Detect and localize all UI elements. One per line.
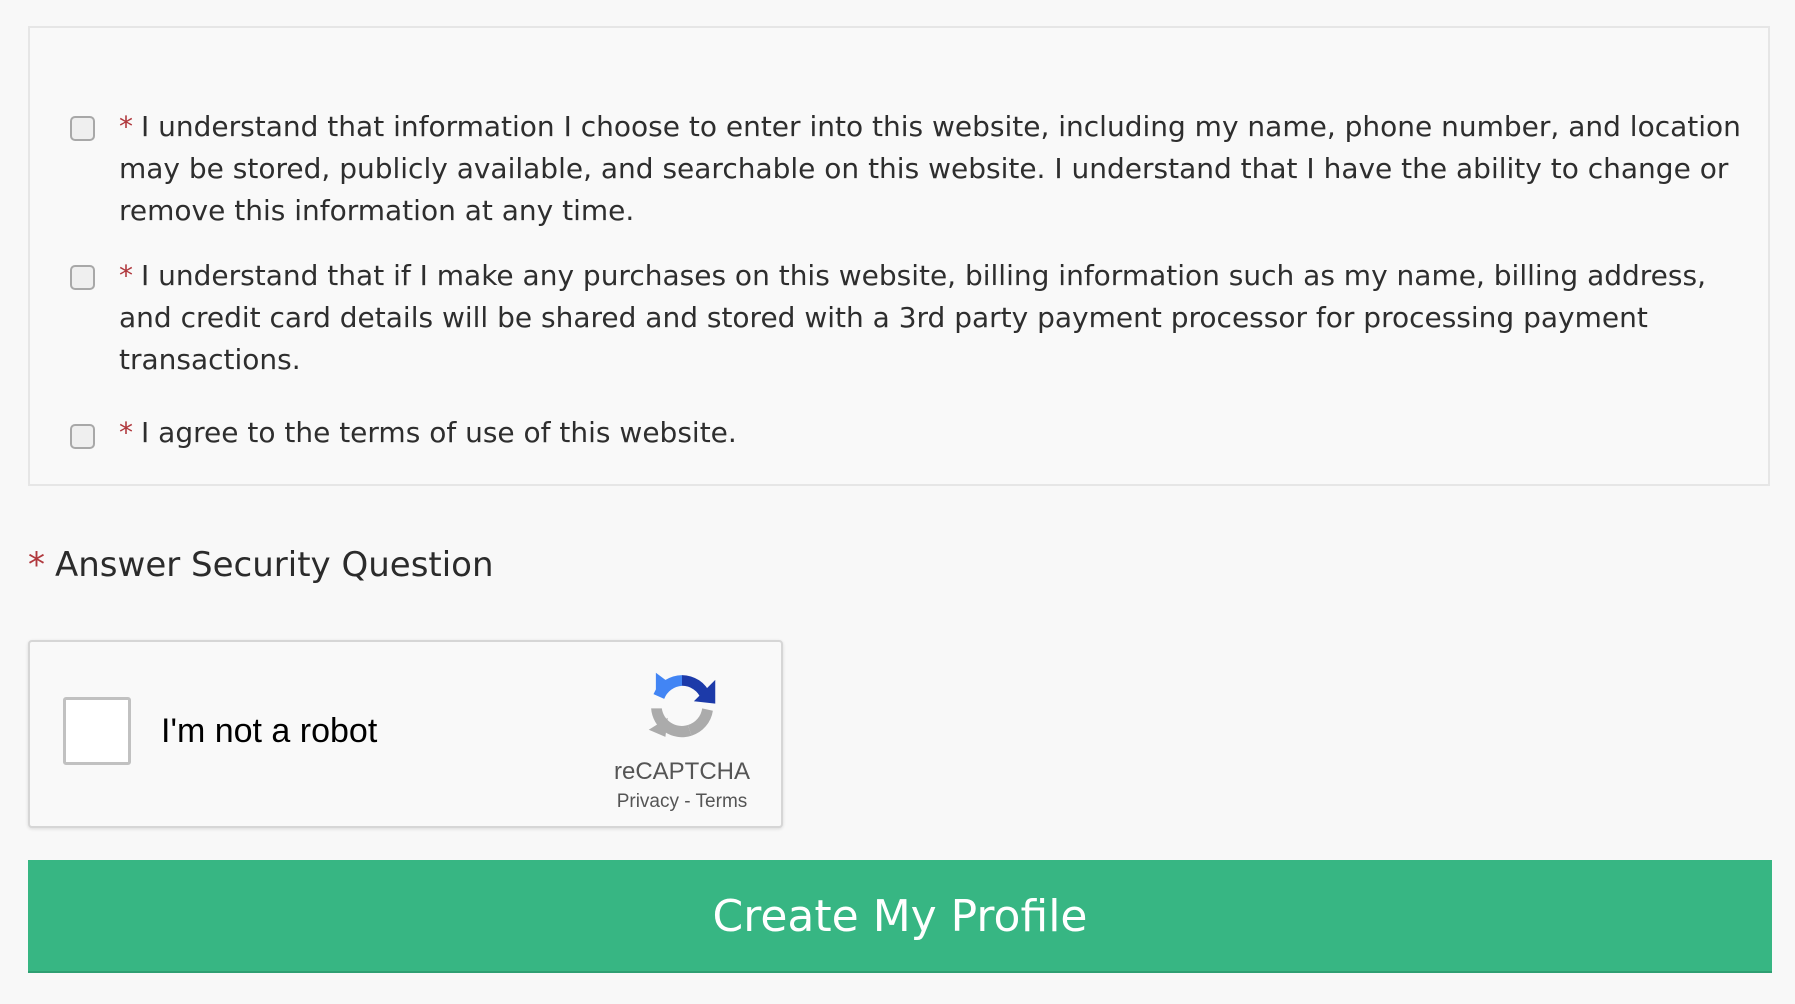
recaptcha-logo-icon: [648, 672, 716, 738]
recaptcha-brand: reCAPTCHA: [613, 758, 751, 785]
consent-text: I agree to the terms of use of this webs…: [141, 416, 737, 449]
consent-billing-checkbox[interactable]: [70, 265, 95, 290]
recaptcha-links: Privacy - Terms: [590, 790, 774, 814]
recaptcha-widget: I'm not a robot reCAPTCHA Privacy - Term…: [28, 640, 783, 828]
consent-data-storage-checkbox[interactable]: [70, 116, 95, 141]
required-marker: *: [119, 259, 133, 292]
required-marker: *: [119, 110, 133, 143]
recaptcha-label: I'm not a robot: [161, 712, 378, 750]
consent-billing-label: * I understand that if I make any purchas…: [119, 255, 1749, 381]
consent-text: I understand that if I make any purchase…: [119, 259, 1706, 376]
required-marker: *: [119, 416, 133, 449]
recaptcha-checkbox[interactable]: [63, 697, 131, 765]
recaptcha-link-separator: -: [679, 791, 696, 812]
create-profile-button[interactable]: Create My Profile: [28, 860, 1772, 973]
consent-terms-label: * I agree to the terms of use of this web…: [119, 412, 1749, 454]
consent-data-storage-label: * I understand that information I choose …: [119, 106, 1749, 232]
security-heading-text: Answer Security Question: [55, 545, 494, 585]
consent-text: I understand that information I choose t…: [119, 110, 1741, 227]
recaptcha-terms-link[interactable]: Terms: [696, 791, 748, 812]
security-question-heading: * Answer Security Question: [28, 540, 494, 590]
consent-panel: * I understand that information I choose …: [28, 26, 1770, 486]
consent-terms-checkbox[interactable]: [70, 424, 95, 449]
recaptcha-privacy-link[interactable]: Privacy: [617, 791, 679, 812]
required-marker: *: [28, 545, 45, 585]
